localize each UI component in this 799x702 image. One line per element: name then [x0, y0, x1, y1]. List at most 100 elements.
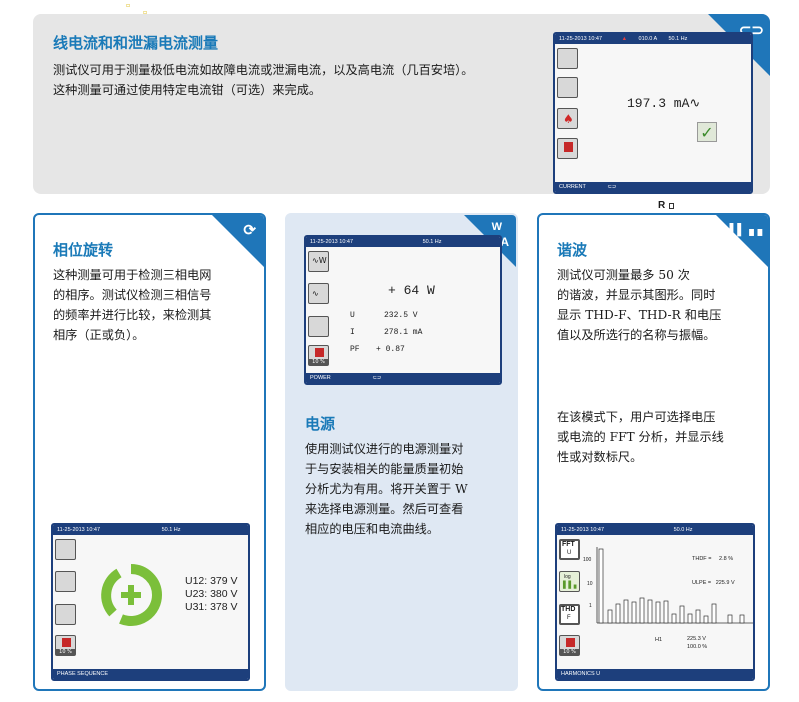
- mode-icon: ⊂⊃: [372, 375, 382, 381]
- meter-freq: 50.1 Hz: [422, 239, 442, 245]
- power-meter-screen: 11-25-2013 10:47 50.1 Hz ∿W ∿ 10 % + 64 …: [304, 235, 502, 385]
- power-desc: 使用测试仪进行的电源测量对 于与安装相关的能量质量初始 分析尤为有用。将开关置于…: [305, 439, 468, 539]
- current-meter-screen: 11-25-2013 10:47 ▲ 010.0 A 50.1 Hz ♠ 197…: [553, 32, 753, 194]
- current-measurement-desc-1: 测试仪可用于测量极低电流如故障电流或泄漏电流，以及高电流（几百安培）。: [53, 63, 474, 77]
- fft-softkey: FFT U: [559, 539, 580, 560]
- desc-line: 性或对数标尺。: [557, 450, 643, 464]
- i-value: 278.1 mA: [384, 328, 423, 337]
- meter-softkey-battery: 10 %: [559, 635, 580, 656]
- phase-rotation-title: 相位旋转: [53, 241, 114, 259]
- meter-softkey-battery: [557, 138, 578, 159]
- harmonic-row-label: H1: [655, 637, 663, 643]
- harmonics-meter-screen: 11-25-2013 10:47 50.0 Hz FFT U log ▌▌▖ T…: [555, 523, 755, 681]
- harmonics-desc-1: 测试仪可测量最多 50 次 的谐波，并显示其图形。同时 显示 THD-F、THD…: [557, 265, 721, 345]
- current-measurement-title: 线电流和和泄漏电流测量: [53, 34, 219, 52]
- meter-datetime: 11-25-2013 10:47: [559, 36, 603, 42]
- check-icon: ✓: [697, 122, 717, 142]
- meter-softkey-3: [308, 316, 329, 337]
- desc-line: 于与安装相关的能量质量初始: [305, 462, 464, 476]
- meter-freq: 50.0 Hz: [673, 527, 693, 533]
- battery-percent: 10 %: [309, 359, 328, 365]
- u-label: U: [350, 311, 355, 320]
- desc-line: 相序（正或负）。: [53, 328, 145, 342]
- meter-status-bar: 11-25-2013 10:47 50.1 Hz: [306, 237, 500, 247]
- meter-softkey-2: [557, 77, 578, 98]
- phase-meter-screen: 11-25-2013 10:47 50.1 Hz 10 % U12: 379 V…: [51, 523, 250, 681]
- u12-value: U12: 379 V: [185, 575, 238, 587]
- desc-line: 使用测试仪进行的电源测量对: [305, 442, 464, 456]
- harmonics-bar-graph: [596, 547, 753, 624]
- y-tick-100: 100: [583, 557, 592, 563]
- meter-value: 197.3 mA∿: [627, 96, 701, 111]
- power-corner-label: W: [491, 221, 502, 233]
- r-mark-box: [669, 203, 674, 209]
- alarm-icon: ▲: [621, 36, 628, 42]
- meter-datetime: 11-25-2013 10:47: [57, 527, 101, 533]
- thd-sub-label: F: [567, 615, 571, 621]
- harmonics-bars-icon: ▌▌▗▗: [729, 224, 762, 236]
- r-mark: R: [658, 200, 666, 211]
- meter-status-bar: 11-25-2013 10:47 ▲ 010.0 A 50.1 Hz: [555, 34, 751, 44]
- desc-line: 测试仪可测量最多 50 次: [557, 268, 690, 282]
- y-tick-10: 10: [587, 581, 593, 587]
- phase-rotation-card: ⟳ 相位旋转 这种测量可用于检测三相电网 的相序。测试仪检测三相信号 的频率并进…: [33, 213, 266, 691]
- waveform-icon: ∿W: [312, 256, 327, 265]
- battery-percent: 10 %: [56, 649, 75, 655]
- battery-icon: [566, 638, 575, 647]
- harmonic-voltage: 225.3 V: [687, 636, 706, 642]
- power-card: W ∿A 11-25-2013 10:47 50.1 Hz ∿W ∿ 10 % …: [285, 213, 518, 691]
- desc-line: 相应的电压和电流曲线。: [305, 522, 440, 536]
- meter-softkey-graph: ∿: [308, 283, 329, 304]
- meter-status-bar: 11-25-2013 10:47 50.0 Hz: [557, 525, 753, 535]
- stray-mark: ▫: [126, 2, 131, 9]
- u31-value: U31: 378 V: [185, 601, 238, 613]
- mode-icon: ⊂⊃: [607, 184, 617, 190]
- meter-mode: POWER: [310, 375, 331, 381]
- meter-mode-bar: PHASE SEQUENCE: [53, 669, 248, 679]
- meter-reading-top: 010.0 A: [638, 36, 657, 42]
- meter-softkey-3: [55, 604, 76, 625]
- phase-rotation-icon: ⟳: [243, 222, 256, 239]
- meter-datetime: 11-25-2013 10:47: [310, 239, 354, 245]
- desc-line: 的相序。测试仪检测三相信号: [53, 288, 212, 302]
- fft-sub-label: U: [567, 550, 572, 556]
- rotation-arrows-icon: [101, 564, 162, 626]
- desc-line: 分析尤为有用。将开关置于 W: [305, 482, 468, 496]
- meter-mode-bar: CURRENT ⊂⊃: [555, 182, 751, 192]
- fft-label: FFT: [562, 541, 575, 548]
- meter-datetime: 11-25-2013 10:47: [561, 527, 605, 533]
- meter-freq: 50.1 Hz: [161, 527, 181, 533]
- graph-icon: ∿: [312, 289, 319, 298]
- current-measurement-desc-2: 这种测量可通过使用特定电流钳（可选）来完成。: [53, 83, 322, 97]
- meter-mode: CURRENT: [559, 184, 586, 190]
- harmonic-row-values: 225.3 V 100.0 %: [687, 635, 707, 651]
- desc-line: 或电流的 FFT 分析，并显示线: [557, 430, 724, 444]
- pf-label: PF: [350, 345, 360, 354]
- battery-icon: [564, 142, 573, 152]
- power-readings: U 232.5 V I 278.1 mA PF + 0.87: [350, 307, 422, 358]
- battery-icon: [315, 348, 324, 357]
- corner-badge: [212, 215, 264, 267]
- meter-softkey-battery: 10 %: [308, 345, 329, 366]
- battery-percent: 10 %: [560, 649, 579, 655]
- desc-line: 在该模式下，用户可选择电压: [557, 410, 716, 424]
- meter-softkey-1: [557, 48, 578, 69]
- u23-value: U23: 380 V: [185, 588, 238, 600]
- meter-mode: HARMONICS U: [561, 671, 601, 677]
- alarm-bell-icon: ♠: [563, 112, 574, 126]
- desc-line: 来选择电源测量。然后可查看: [305, 502, 464, 516]
- u-value: 232.5 V: [384, 311, 418, 320]
- meter-softkey-battery: 10 %: [55, 635, 76, 656]
- meter-softkey-alarm: ♠: [557, 108, 578, 129]
- phase-rotation-desc: 这种测量可用于检测三相电网 的相序。测试仪检测三相信号 的频率并进行比较，来检测…: [53, 265, 211, 345]
- log-softkey: log ▌▌▖: [559, 571, 580, 592]
- y-tick-1: 1: [589, 603, 592, 609]
- meter-softkey-w: ∿W: [308, 251, 329, 272]
- thd-label: THD: [561, 606, 576, 613]
- desc-line: 这种测量可用于检测三相电网: [53, 268, 212, 282]
- meter-status-bar: 11-25-2013 10:47 50.1 Hz: [53, 525, 248, 535]
- log-label: log: [564, 574, 571, 580]
- meter-softkey-1: [55, 539, 76, 560]
- power-title: 电源: [305, 415, 336, 433]
- thd-softkey: THD F: [559, 604, 580, 625]
